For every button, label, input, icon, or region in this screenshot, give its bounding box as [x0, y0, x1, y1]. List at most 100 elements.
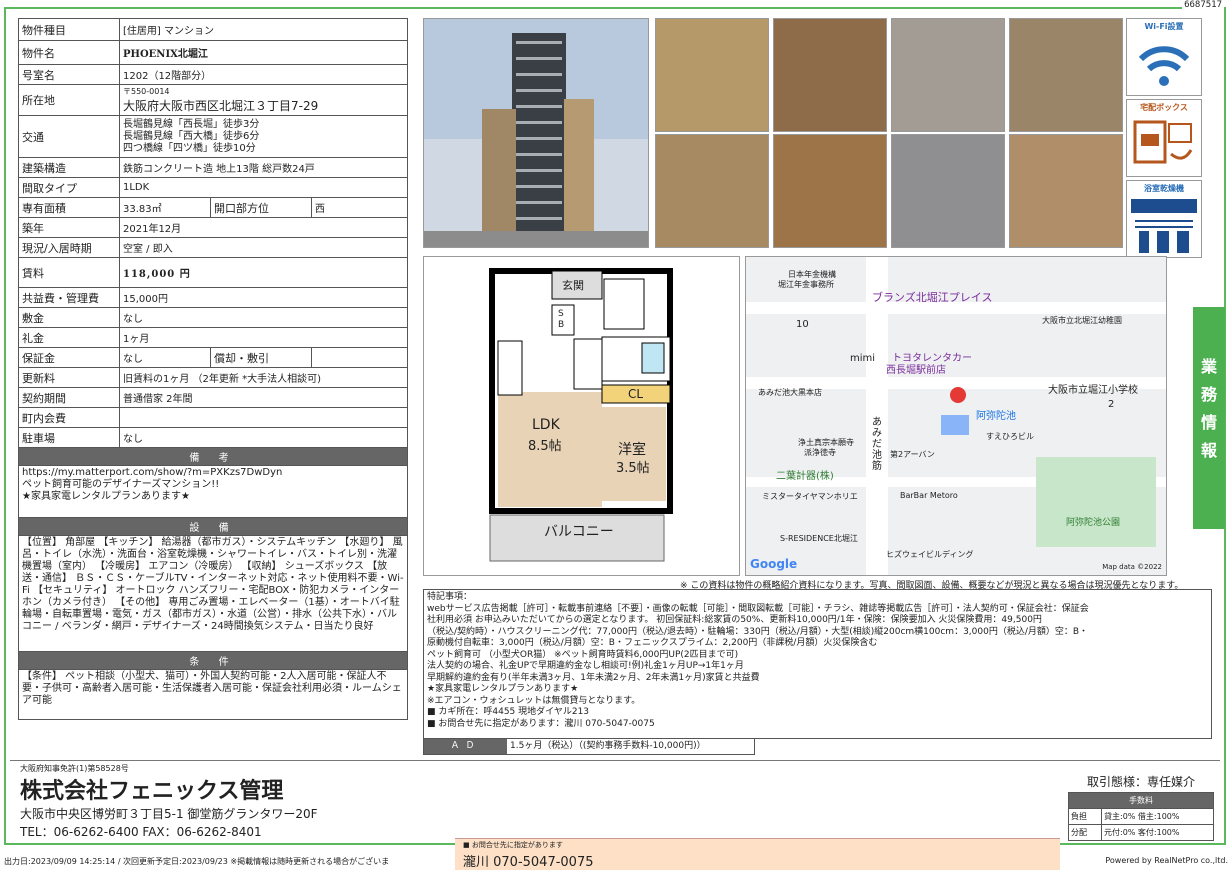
- room-photo: [655, 134, 769, 248]
- layout-value: 1LDK: [119, 177, 408, 198]
- structure-label: 建築構造: [18, 157, 120, 178]
- wifi-icon: Wi-Fi設置: [1126, 18, 1202, 96]
- western-room-label: 洋室: [618, 442, 646, 458]
- address-label: 所在地: [18, 84, 120, 116]
- map-label: mimi: [850, 353, 876, 364]
- facility-header: 設 備: [18, 517, 408, 536]
- amortization-value: [311, 347, 408, 368]
- parking-value: なし: [119, 427, 408, 448]
- company-phone: TEL：06-6262-6400 FAX：06-6262-8401: [20, 825, 262, 839]
- parking-label: 駐車場: [18, 427, 120, 448]
- map-label: 大阪市立北堀江幼稚園: [1042, 316, 1122, 325]
- map-label: 阿弥陀池: [976, 411, 1016, 422]
- delivery-box-label: 宅配ボックス: [1140, 103, 1188, 112]
- map-label: 10: [796, 319, 809, 330]
- special-line: 法人契約の場合、礼金UPで早期違約金なし相談可!例)礼金1ヶ月UP→1年1ヶ月: [427, 661, 744, 671]
- fee-value: 15,000円: [119, 287, 408, 308]
- company-name: 株式会社フェニックス管理: [20, 778, 284, 804]
- map-label: 阿弥陀池公園: [1066, 518, 1121, 528]
- ldk-size: 8.5帖: [528, 439, 562, 454]
- status-label: 現況/入居時期: [18, 237, 120, 258]
- town-fee-value: [119, 407, 408, 428]
- contract-label: 契約期間: [18, 387, 120, 408]
- special-line: ■ お問合せ先に指定があります：瀧川 070-5047-0075: [427, 718, 655, 729]
- rent-label: 賃料: [18, 257, 120, 288]
- rent-value: 118,000 円: [119, 257, 408, 288]
- map-label: 堀江年金事務所: [778, 280, 834, 289]
- map-label: ヒズウェイビルディング: [886, 550, 974, 559]
- output-footer: 出力日:2023/09/09 14:25:14 / 次回更新予定日:2023/0…: [4, 857, 390, 866]
- map-label: すえひろビル: [986, 432, 1034, 441]
- building-exterior-photo: [423, 18, 649, 248]
- map-attribution: Map data ©2022: [1102, 563, 1162, 571]
- key-money-value: 1ヶ月: [119, 327, 408, 348]
- direction-value: 西: [311, 197, 408, 218]
- direction-label: 開口部方位: [210, 197, 312, 218]
- wifi-label: Wi-Fi設置: [1144, 22, 1184, 31]
- shoebox-label: SB: [558, 309, 565, 330]
- type-label: 物件種目: [18, 18, 120, 41]
- area-label: 専有面積: [18, 197, 120, 218]
- distribution-value: 元付:0% 客付:100%: [1101, 824, 1214, 841]
- access-line: 長堀鶴見線「西長堀」徒歩3分: [123, 118, 260, 130]
- contact-banner: ■ お問合せ先に指定があります 瀧川 070-5047-0075: [455, 838, 1060, 870]
- status-value: 空室 / 即入: [119, 237, 408, 258]
- ad-label: ＡＤ: [424, 739, 507, 754]
- special-line: ★家具家電レンタルプランあります★: [427, 684, 579, 694]
- facility-text: 【位置】 角部屋 【キッチン】 給湯器（都市ガス）・システムキッチン 【水廻り】…: [18, 535, 408, 652]
- map-label: あみだ池大黒本店: [758, 388, 822, 397]
- ad-row: ＡＤ 1.5ヶ月（税込）（(契約事務手数料-10,000円)）: [423, 738, 755, 755]
- map-label: ミスタータイヤマンホリエ: [762, 492, 858, 501]
- building-image: [424, 19, 648, 247]
- guarantee-value: なし: [119, 347, 211, 368]
- map-label: 西長堀駅前店: [886, 365, 946, 376]
- contact-note: ■ お問合せ先に指定があります: [463, 841, 563, 849]
- room-photo: [1009, 134, 1123, 248]
- room-photo: [773, 134, 887, 248]
- address-value: 大阪府大阪市西区北堀江３丁目7-29: [123, 99, 319, 113]
- floorplan: 玄関 SB LDK 8.5帖 CL 洋室 3.5帖 バルコニー: [423, 256, 740, 576]
- distribution-label: 分配: [1068, 824, 1102, 841]
- area-map[interactable]: 日本年金機構 堀江年金事務所 ブランズ北堀江プレイス 大阪市立北堀江幼稚園 10…: [745, 256, 1167, 576]
- map-label: あみだ池筋: [872, 417, 882, 472]
- name-value: PHOENIX北堀江: [119, 40, 408, 65]
- special-notes: 特記事項： webサービス広告掲載［許可］・転載事前連絡［不要］・画像の転載［可…: [423, 589, 1212, 739]
- remarks-line: ペット飼育可能のデザイナーズマンション!!: [22, 479, 220, 490]
- transaction-title: 取引態様：専任媒介: [1086, 775, 1195, 789]
- business-info-tab[interactable]: 業務情報: [1193, 307, 1225, 529]
- entrance-label: 玄関: [562, 279, 584, 292]
- access-label: 交通: [18, 115, 120, 158]
- deposit-value: なし: [119, 307, 408, 328]
- special-line: ※エアコン・ウォシュレットは無償貸与となります。: [427, 695, 641, 706]
- burden-value: 貸主:0% 借主:100%: [1101, 808, 1214, 825]
- remarks-line: ★家具家電レンタルプランあります★: [22, 491, 190, 502]
- access-line: 長堀鶴見線「西大橋」徒歩6分: [123, 130, 260, 142]
- remarks-url: https://my.matterport.com/show/?m=PXKzs7…: [22, 467, 283, 478]
- company-address: 大阪市中央区博労町３丁目5-1 御堂筋グランタワー20F: [20, 807, 318, 821]
- condition-text: 【条件】 ペット相談（小型犬、猫可）・外国人契約可能・2人入居可能・保証人不要・…: [18, 669, 408, 720]
- map-label: 派浄徳寺: [804, 448, 836, 457]
- contact-person: 瀧川 070-5047-0075: [463, 855, 594, 870]
- room-photo: [773, 18, 887, 132]
- area-value: 33.83㎡: [119, 197, 211, 218]
- amortization-label: 償却・敷引: [210, 347, 312, 368]
- western-room-size: 3.5帖: [616, 461, 650, 476]
- fee-label: 共益費・管理費: [18, 287, 120, 308]
- burden-label: 負担: [1068, 808, 1102, 825]
- condition-header: 条 件: [18, 651, 408, 670]
- sidebar-text: 業務情報: [1200, 357, 1217, 460]
- type-value: [住居用] マンション: [119, 18, 408, 41]
- map-label: 2: [1108, 399, 1115, 410]
- transaction-type: 取引態様：専任媒介 手数料 負担 貸主:0% 借主:100% 分配 元付:0% 客付…: [1068, 773, 1214, 841]
- special-line: 早期解約違約金有り(半年未満3ヶ月、1年未満2ヶ月、2年未満1ヶ月)家賃と共益費: [427, 672, 760, 683]
- map-label: 大阪市立堀江小学校: [1048, 385, 1138, 396]
- key-money-label: 礼金: [18, 327, 120, 348]
- room-label: 号室名: [18, 64, 120, 85]
- room-photo: [891, 134, 1005, 248]
- deposit-label: 敷金: [18, 307, 120, 328]
- remarks-header: 備 考: [18, 447, 408, 466]
- room-value: 1202（12階部分）: [119, 64, 408, 85]
- delivery-box-icon: 宅配ボックス: [1126, 99, 1202, 177]
- balcony-label: バルコニー: [544, 524, 614, 540]
- room-photo: [891, 18, 1005, 132]
